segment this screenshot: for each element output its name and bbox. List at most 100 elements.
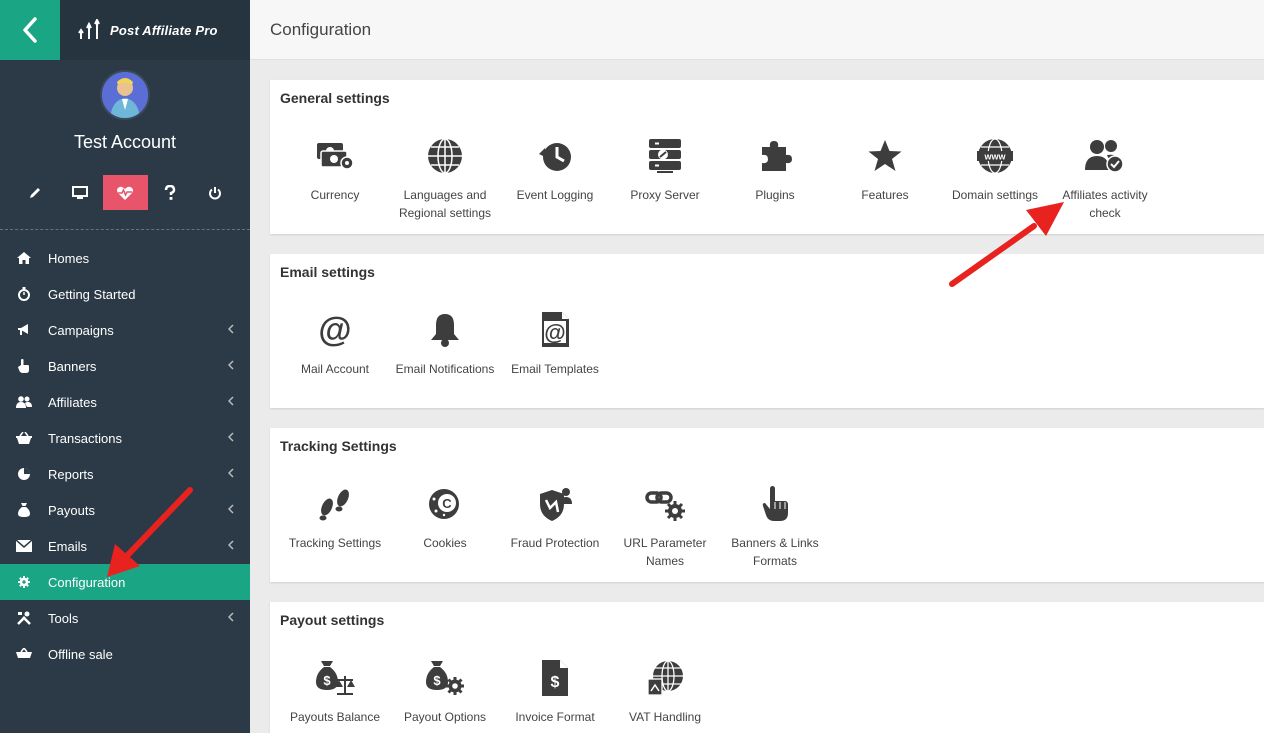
sidebar-item-getting-started[interactable]: Getting Started — [0, 276, 250, 312]
item-label: Payouts Balance — [289, 710, 381, 724]
link-gear-icon — [645, 491, 685, 521]
profile: Test Account — [0, 60, 250, 210]
tracking-settings-panel: Tracking Settings Tracking Settings C Co… — [270, 428, 1264, 582]
page-header: Configuration — [250, 0, 1264, 60]
plugins-setting[interactable]: Plugins — [720, 116, 830, 222]
money-bag-icon — [16, 502, 32, 518]
money-scale-icon: $ — [316, 661, 355, 695]
pointing-hand-icon — [762, 486, 788, 521]
sidebar-item-affiliates[interactable]: Affiliates — [0, 384, 250, 420]
chevron-left-icon — [228, 612, 234, 622]
help-button[interactable] — [148, 175, 193, 210]
item-label: Currency — [310, 188, 360, 202]
www-globe-icon: www — [977, 138, 1013, 174]
domain-settings-setting[interactable]: www Domain settings — [940, 116, 1050, 222]
svg-text:$: $ — [551, 674, 560, 691]
svg-text:C: C — [442, 496, 452, 511]
sidebar-item-label: Offline sale — [48, 646, 113, 662]
panel-title: General settings — [280, 90, 390, 106]
star-icon — [868, 140, 902, 171]
cookies-setting[interactable]: C Cookies — [390, 464, 500, 570]
sidebar-item-transactions[interactable]: Transactions — [0, 420, 250, 456]
vat-handling-setting[interactable]: VAT Handling — [610, 638, 720, 726]
item-label: Email Templates — [511, 362, 599, 376]
languages-setting[interactable]: Languages and Regional settings — [390, 116, 500, 222]
money-gear-icon: $ — [426, 661, 464, 695]
users-check-icon — [1085, 140, 1124, 173]
affiliates-activity-check-setting[interactable]: Affiliates activity check — [1050, 116, 1160, 222]
svg-text:$: $ — [433, 673, 441, 688]
chevron-left-icon — [228, 468, 234, 478]
brand-logo: Post Affiliate Pro — [60, 0, 250, 60]
item-label: Plugins — [755, 188, 795, 202]
fraud-protection-setting[interactable]: Fraud Protection — [500, 464, 610, 570]
sidebar-item-emails[interactable]: Emails — [0, 528, 250, 564]
item-label: Languages and Regional settings — [398, 188, 492, 220]
sidebar-item-campaigns[interactable]: Campaigns — [0, 312, 250, 348]
chevron-left-icon — [23, 17, 37, 43]
payouts-balance-setting[interactable]: $ Payouts Balance — [280, 638, 390, 726]
puzzle-icon — [762, 141, 792, 171]
cart-icon — [16, 646, 32, 662]
tracking-settings-setting[interactable]: Tracking Settings — [280, 464, 390, 570]
main-content: General settings Currency Languages and … — [270, 80, 1264, 733]
sidebar-item-label: Homes — [48, 250, 90, 266]
email-templates-setting[interactable]: @ Email Templates — [500, 290, 610, 378]
panel-title: Email settings — [280, 264, 375, 280]
features-setting[interactable]: Features — [830, 116, 940, 222]
chevron-left-icon — [228, 540, 234, 550]
mail-account-setting[interactable]: @ Mail Account — [280, 290, 390, 378]
banners-links-formats-setting[interactable]: Banners & Links Formats — [720, 464, 830, 570]
sidebar-item-configuration[interactable]: Configuration — [0, 564, 250, 600]
sidebar-item-payouts[interactable]: Payouts — [0, 492, 250, 528]
brand-name: Post Affiliate Pro — [110, 22, 218, 38]
payout-options-setting[interactable]: $ Payout Options — [390, 638, 500, 726]
sidebar-item-label: Campaigns — [48, 322, 114, 338]
item-label: Email Notifications — [395, 362, 495, 376]
url-parameter-names-setting[interactable]: URL Parameter Names — [610, 464, 720, 570]
panel-title: Tracking Settings — [280, 438, 397, 454]
gear-icon — [16, 574, 32, 590]
email-settings-panel: Email settings @ Mail Account Email Noti… — [270, 254, 1264, 408]
item-label: Invoice Format — [515, 710, 595, 724]
email-notifications-setting[interactable]: Email Notifications — [390, 290, 500, 378]
sidebar-item-label: Tools — [48, 610, 79, 626]
server-icon — [649, 139, 681, 173]
edit-button[interactable] — [13, 175, 58, 210]
svg-text:@: @ — [318, 313, 351, 347]
history-clock-icon — [539, 143, 571, 171]
hand-icon — [16, 358, 32, 374]
sidebar: Post Affiliate Pro Test Account Homes Ge… — [0, 0, 250, 733]
item-label: Fraud Protection — [510, 536, 600, 550]
item-label: VAT Handling — [628, 710, 702, 724]
sidebar-item-label: Payouts — [48, 502, 95, 518]
cookie-icon: C — [429, 489, 459, 519]
back-button[interactable] — [0, 0, 60, 60]
sidebar-item-homes[interactable]: Homes — [0, 240, 250, 276]
health-button[interactable] — [102, 175, 148, 210]
sidebar-item-banners[interactable]: Banners — [0, 348, 250, 384]
chevron-left-icon — [228, 396, 234, 406]
logout-button[interactable] — [193, 175, 238, 210]
sidebar-item-offline-sale[interactable]: Offline sale — [0, 636, 250, 672]
event-logging-setting[interactable]: Event Logging — [500, 116, 610, 222]
footprints-icon — [319, 489, 349, 521]
envelope-icon — [16, 538, 32, 554]
sidebar-item-tools[interactable]: Tools — [0, 600, 250, 636]
sidebar-item-reports[interactable]: Reports — [0, 456, 250, 492]
tools-icon — [16, 610, 32, 626]
sidebar-item-label: Emails — [48, 538, 88, 554]
pencil-icon — [30, 187, 40, 198]
sidebar-item-label: Reports — [48, 466, 94, 482]
chevron-left-icon — [228, 504, 234, 514]
desktop-button[interactable] — [58, 175, 103, 210]
item-label: Banners & Links Formats — [731, 536, 819, 568]
page-title: Configuration — [270, 19, 372, 39]
invoice-format-setting[interactable]: $ Invoice Format — [500, 638, 610, 726]
proxy-server-setting[interactable]: Proxy Server — [610, 116, 720, 222]
avatar[interactable] — [100, 70, 150, 120]
currency-setting[interactable]: Currency — [280, 116, 390, 222]
item-label: Domain settings — [951, 188, 1039, 202]
monitor-icon — [72, 185, 88, 199]
avatar-image — [102, 72, 148, 118]
